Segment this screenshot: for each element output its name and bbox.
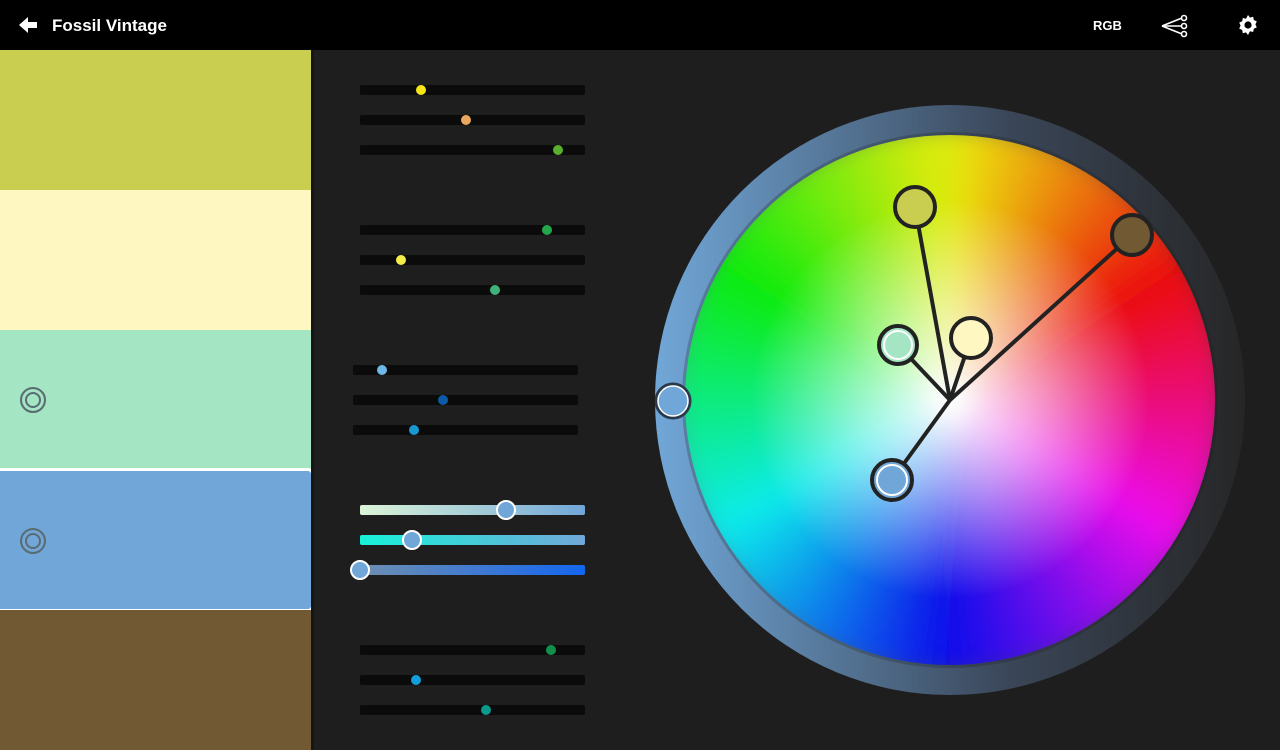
slider-track[interactable]	[360, 85, 585, 95]
swatch-1[interactable]	[0, 50, 311, 190]
top-bar: Fossil Vintage RGB	[0, 0, 1280, 50]
slider-track[interactable]	[360, 505, 585, 515]
swatch-4[interactable]	[0, 468, 314, 612]
lock-ring-icon[interactable]	[20, 528, 46, 554]
slider-knob[interactable]	[401, 530, 422, 550]
slider-dot[interactable]	[395, 255, 406, 265]
gear-icon[interactable]	[1236, 13, 1260, 37]
slider-track[interactable]	[360, 285, 585, 295]
slider-dot[interactable]	[460, 115, 471, 125]
slider-track[interactable]	[360, 675, 585, 685]
slider-dot[interactable]	[490, 285, 500, 295]
swatch-3[interactable]	[0, 330, 311, 470]
swatch-2[interactable]	[0, 190, 311, 330]
share-icon[interactable]	[1160, 14, 1190, 38]
lock-ring-icon[interactable]	[20, 387, 46, 413]
slider-dot[interactable]	[408, 425, 419, 435]
slider-dot[interactable]	[541, 225, 552, 235]
slider-panel	[314, 50, 634, 750]
rim-handle[interactable]	[655, 382, 692, 420]
slider-track[interactable]	[360, 705, 585, 715]
palette-swatches	[0, 50, 314, 750]
slider-dot[interactable]	[553, 145, 563, 155]
slider-track[interactable]	[360, 115, 585, 125]
slider-track[interactable]	[360, 145, 585, 155]
slider-dot[interactable]	[438, 395, 448, 405]
handle-brown[interactable]	[1110, 213, 1154, 257]
color-mode-button[interactable]: RGB	[1093, 18, 1122, 33]
slider-track[interactable]	[353, 425, 578, 435]
slider-track[interactable]	[360, 255, 585, 265]
handle-cream[interactable]	[949, 316, 993, 360]
swatch-5[interactable]	[0, 610, 311, 750]
slider-knob[interactable]	[496, 500, 517, 520]
slider-dot[interactable]	[481, 705, 491, 715]
palette-title: Fossil Vintage	[52, 16, 167, 35]
slider-track[interactable]	[360, 535, 585, 545]
color-wheel[interactable]	[655, 100, 1255, 700]
slider-dot[interactable]	[415, 85, 426, 95]
back-arrow-icon[interactable]	[18, 15, 38, 35]
slider-track[interactable]	[353, 395, 578, 405]
handle-yellow-green[interactable]	[893, 185, 937, 229]
slider-knob[interactable]	[350, 560, 370, 580]
slider-track[interactable]	[360, 565, 585, 575]
